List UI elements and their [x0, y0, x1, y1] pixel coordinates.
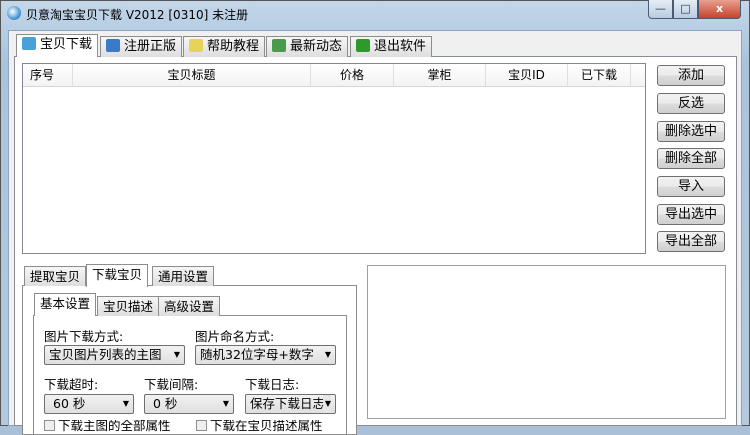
tab-exit[interactable]: 退出软件: [350, 36, 433, 57]
export-selected-button[interactable]: 导出选中: [657, 204, 725, 225]
image-mode-select[interactable]: 宝贝图片列表的主图 ▼: [44, 345, 185, 365]
col-filler: [631, 64, 645, 87]
import-button[interactable]: 导入: [657, 176, 725, 197]
maximize-button[interactable]: □: [673, 0, 698, 19]
dropdown-arrow-icon: ▼: [122, 399, 129, 408]
invert-selection-button[interactable]: 反选: [657, 93, 725, 114]
col-seller[interactable]: 掌柜: [394, 64, 486, 87]
item-list[interactable]: 序号 宝贝标题 价格 掌柜 宝贝ID 已下载: [22, 63, 646, 254]
tab-general-settings[interactable]: 通用设置: [152, 266, 215, 286]
add-users-icon: [22, 37, 36, 50]
window-title: 贝意淘宝宝贝下载 V2012 [0310] 未注册: [26, 8, 249, 22]
col-downloaded[interactable]: 已下载: [568, 64, 631, 87]
log-select[interactable]: 保存下载日志 ▼: [245, 394, 336, 414]
add-button[interactable]: 添加: [657, 65, 725, 86]
timeout-select[interactable]: 60 秒 ▼: [44, 394, 134, 414]
dropdown-arrow-icon: ▼: [322, 395, 331, 413]
tab-news[interactable]: 最新动态: [266, 36, 349, 57]
tab-download[interactable]: 宝贝下载: [16, 34, 99, 57]
tab-help[interactable]: 帮助教程: [183, 36, 266, 57]
col-title[interactable]: 宝贝标题: [73, 64, 311, 87]
col-item-id[interactable]: 宝贝ID: [486, 64, 568, 87]
log-area[interactable]: [367, 265, 726, 419]
dropdown-arrow-icon: ▼: [324, 350, 331, 359]
help-bulb-icon: [189, 39, 203, 52]
app-icon: [7, 6, 21, 20]
news-icon: [272, 39, 286, 52]
interval-label: 下载间隔:: [144, 377, 199, 392]
interval-select[interactable]: 0 秒 ▼: [144, 394, 234, 414]
tab-download-items[interactable]: 下载宝贝: [86, 264, 149, 287]
delete-selected-button[interactable]: 删除选中: [657, 121, 725, 142]
image-name-label: 图片命名方式:: [195, 329, 275, 344]
log-label: 下载日志:: [245, 377, 300, 392]
col-price[interactable]: 价格: [311, 64, 394, 87]
register-icon: [106, 39, 120, 52]
tab-extract[interactable]: 提取宝贝: [24, 266, 87, 286]
export-all-button[interactable]: 导出全部: [657, 231, 725, 252]
close-button[interactable]: x: [698, 0, 741, 19]
delete-all-button[interactable]: 删除全部: [657, 148, 725, 169]
tab-item-description[interactable]: 宝贝描述: [97, 296, 160, 316]
checkbox-main-image-attrs[interactable]: 下载主图的全部属性: [44, 420, 171, 432]
image-name-select[interactable]: 随机32位字母+数字 ▼: [195, 345, 336, 365]
col-index[interactable]: 序号: [23, 64, 73, 87]
timeout-label: 下载超时:: [44, 377, 99, 392]
tab-register[interactable]: 注册正版: [100, 36, 183, 57]
tab-advanced-settings[interactable]: 高级设置: [158, 296, 221, 316]
image-mode-label: 图片下载方式:: [44, 329, 124, 344]
tab-basic-settings[interactable]: 基本设置: [34, 293, 97, 316]
exit-icon: [356, 39, 370, 52]
checkbox-description-attrs[interactable]: 下载在宝贝描述属性: [196, 420, 323, 432]
dropdown-arrow-icon: ▼: [173, 350, 180, 359]
minimize-button[interactable]: —: [648, 0, 673, 19]
dropdown-arrow-icon: ▼: [222, 399, 229, 408]
